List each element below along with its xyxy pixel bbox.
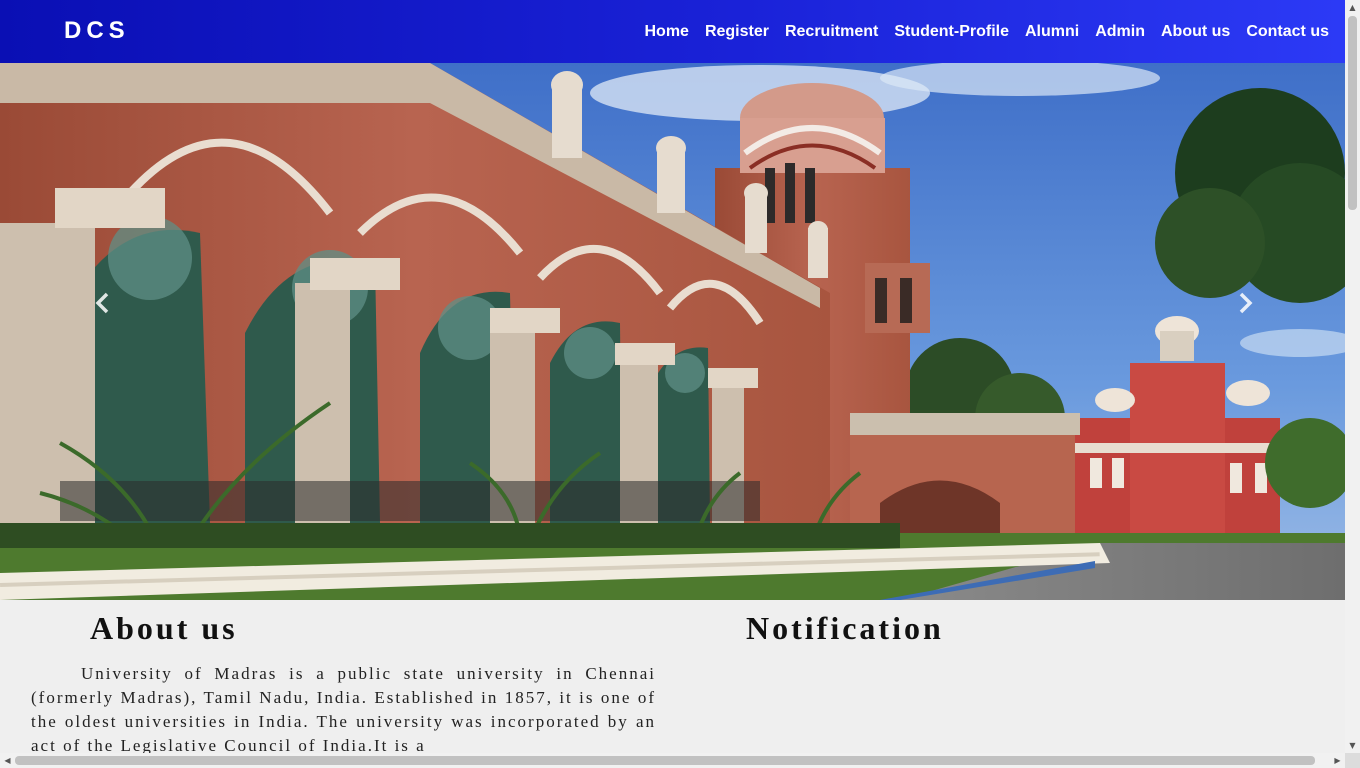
scroll-right-icon[interactable]: ▶	[1330, 753, 1345, 768]
scroll-down-icon[interactable]: ▼	[1345, 738, 1360, 753]
vertical-scroll-thumb[interactable]	[1348, 16, 1357, 210]
horizontal-scroll-thumb[interactable]	[15, 756, 1315, 765]
about-heading: About us	[90, 610, 238, 646]
nav-links: Home Register Recruitment Student-Profil…	[628, 0, 1329, 63]
chevron-left-icon	[95, 292, 109, 314]
nav-register[interactable]: Register	[705, 23, 769, 41]
navbar: DCS Home Register Recruitment Student-Pr…	[0, 0, 1345, 63]
scroll-up-icon[interactable]: ▲	[1345, 0, 1360, 15]
nav-student-profile[interactable]: Student-Profile	[894, 23, 1009, 41]
nav-home[interactable]: Home	[644, 23, 688, 41]
nav-admin[interactable]: Admin	[1095, 23, 1145, 41]
carousel-next-button[interactable]	[1230, 288, 1260, 318]
scroll-left-icon[interactable]: ◀	[0, 753, 15, 768]
carousel-prev-button[interactable]	[88, 288, 118, 318]
horizontal-scrollbar[interactable]: ◀ ▶	[0, 753, 1345, 768]
chevron-right-icon	[1239, 292, 1253, 314]
nav-recruitment[interactable]: Recruitment	[785, 23, 878, 41]
brand-logo[interactable]: DCS	[64, 17, 130, 45]
vertical-scrollbar[interactable]: ▲ ▼	[1345, 0, 1360, 768]
nav-contact-us[interactable]: Contact us	[1246, 23, 1329, 41]
content-section: About us Notification University of Madr…	[0, 600, 1345, 756]
nav-alumni[interactable]: Alumni	[1025, 23, 1079, 41]
about-text: University of Madras is a public state u…	[31, 664, 656, 755]
nav-about-us[interactable]: About us	[1161, 23, 1230, 41]
scrollbar-corner	[1345, 753, 1360, 768]
notification-heading: Notification	[746, 610, 944, 646]
carousel-image-university-building	[0, 63, 1345, 600]
hero-carousel	[0, 63, 1345, 600]
